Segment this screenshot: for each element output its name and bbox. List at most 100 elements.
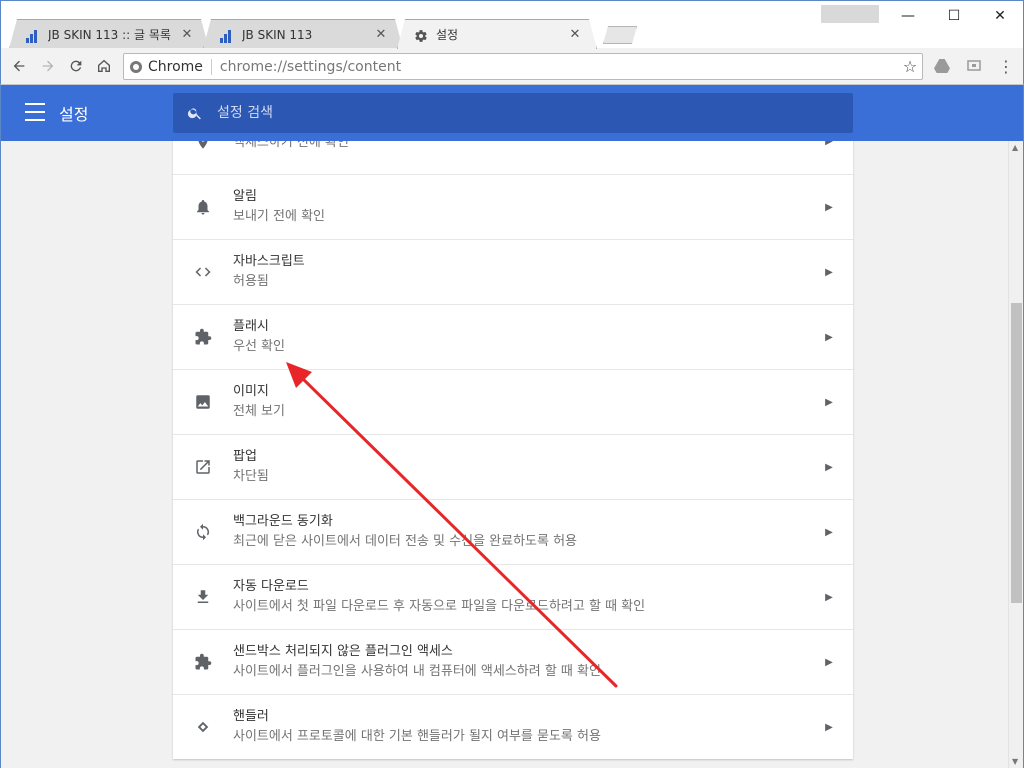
chevron-right-icon: ▶ — [825, 461, 833, 473]
tab-settings[interactable]: 설정 ✕ — [397, 19, 597, 49]
list-item-images[interactable]: 이미지전체 보기 ▶ — [173, 369, 853, 434]
chevron-right-icon: ▶ — [825, 201, 833, 213]
row-subtitle: 차단됨 — [233, 469, 269, 484]
puzzle-icon — [173, 653, 233, 671]
row-subtitle: 사이트에서 첫 파일 다운로드 후 자동으로 파일을 다운로드하려고 할 때 확… — [233, 599, 646, 614]
row-subtitle: 우선 확인 — [233, 339, 285, 354]
home-button[interactable] — [92, 54, 116, 78]
bell-icon — [173, 198, 233, 216]
chevron-right-icon: ▶ — [825, 656, 833, 668]
list-item-popups[interactable]: 팝업차단됨 ▶ — [173, 434, 853, 499]
close-window-button[interactable]: ✕ — [977, 1, 1023, 31]
row-title: 핸들러 — [233, 709, 269, 724]
row-subtitle: 액세스하기 전에 확인 — [233, 141, 349, 150]
address-bar[interactable]: Chrome chrome://settings/content ☆ — [123, 53, 923, 80]
row-subtitle: 사이트에서 프로토콜에 대한 기본 핸들러가 될지 여부를 묻도록 허용 — [233, 729, 601, 744]
row-title: 플래시 — [233, 319, 269, 334]
browser-toolbar: Chrome chrome://settings/content ☆ ⋮ — [0, 48, 1024, 85]
settings-content: 액세스하기 전에 확인 ▶ 알림 보내기 전에 확인 ▶ 자바스크립트 허용됨 ▶ … — [0, 141, 1008, 768]
list-item-notifications[interactable]: 알림보내기 전에 확인 ▶ — [173, 174, 853, 239]
list-item-background-sync[interactable]: 백그라운드 동기화최근에 닫은 사이트에서 데이터 전송 및 수신을 완료하도록… — [173, 499, 853, 564]
forward-arrow-icon — [42, 60, 54, 72]
chevron-right-icon: ▶ — [825, 591, 833, 603]
bar-chart-favicon-icon — [220, 27, 236, 43]
gear-icon — [414, 27, 430, 43]
chevron-right-icon: ▶ — [825, 721, 833, 733]
list-item-unsandboxed-plugins[interactable]: 샌드박스 처리되지 않은 플러그인 액세스사이트에서 플러그인을 사용하여 내 … — [173, 629, 853, 694]
profile-chip[interactable] — [821, 5, 879, 23]
row-subtitle: 보내기 전에 확인 — [233, 209, 325, 224]
tab-strip: JB SKIN 113 :: 글 목록 ✕ JB SKIN 113 ✕ 설정 ✕ — [9, 19, 649, 49]
search-input[interactable] — [217, 105, 817, 121]
location-pin-icon — [173, 141, 233, 150]
tab-label: JB SKIN 113 — [242, 27, 313, 42]
forward-button[interactable] — [36, 54, 60, 78]
divider — [210, 58, 212, 75]
title-bar: JB SKIN 113 :: 글 목록 ✕ JB SKIN 113 ✕ 설정 ✕… — [0, 0, 1024, 48]
row-title: 이미지 — [233, 384, 269, 399]
open-in-new-icon — [173, 458, 233, 476]
list-item-javascript[interactable]: 자바스크립트허용됨 ▶ — [173, 239, 853, 304]
close-icon[interactable]: ✕ — [568, 28, 582, 42]
settings-header: 설정 — [0, 85, 1024, 141]
row-title: 샌드박스 처리되지 않은 플러그인 액세스 — [233, 644, 453, 659]
chrome-logo-icon — [130, 60, 142, 73]
row-title: 백그라운드 동기화 — [233, 514, 333, 529]
list-item-location[interactable]: 액세스하기 전에 확인 ▶ — [173, 141, 853, 174]
home-icon — [98, 59, 110, 72]
row-subtitle: 전체 보기 — [233, 404, 285, 419]
list-item-handlers[interactable]: 핸들러 사이트에서 프로토콜에 대한 기본 핸들러가 될지 여부를 묻도록 허용 … — [173, 694, 853, 759]
row-title: 알림 — [233, 189, 257, 204]
vertical-scrollbar[interactable]: ▲ ▼ — [1008, 141, 1024, 768]
row-subtitle: 사이트에서 플러그인을 사용하여 내 컴퓨터에 액세스하려 할 때 확인 — [233, 664, 601, 679]
site-label: Chrome — [148, 58, 203, 75]
scroll-up-icon[interactable]: ▲ — [1012, 143, 1018, 152]
back-arrow-icon — [13, 60, 25, 72]
page-title: 설정 — [59, 105, 89, 124]
puzzle-icon — [173, 328, 233, 346]
scroll-down-icon[interactable]: ▼ — [1012, 757, 1018, 766]
site-security-chip[interactable]: Chrome — [124, 59, 203, 75]
sync-icon — [173, 523, 233, 541]
url-text[interactable]: chrome://settings/content — [220, 59, 898, 75]
cast-extension-icon[interactable] — [964, 56, 984, 76]
image-icon — [173, 393, 233, 411]
list-item-flash[interactable]: 플래시우선 확인 ▶ — [173, 304, 853, 369]
row-subtitle: 최근에 닫은 사이트에서 데이터 전송 및 수신을 완료하도록 허용 — [233, 534, 578, 549]
drive-extension-icon[interactable] — [932, 56, 952, 76]
list-item-automatic-downloads[interactable]: 자동 다운로드사이트에서 첫 파일 다운로드 후 자동으로 파일을 다운로드하려… — [173, 564, 853, 629]
settings-search[interactable] — [173, 93, 853, 133]
row-subtitle: 허용됨 — [233, 274, 269, 289]
row-title: 자동 다운로드 — [233, 579, 309, 594]
minimize-button[interactable]: — — [885, 1, 931, 31]
window-controls: — ☐ ✕ — [885, 1, 1023, 31]
row-title: 자바스크립트 — [233, 254, 305, 269]
scrollbar-thumb[interactable] — [1011, 303, 1022, 603]
tab-label: JB SKIN 113 :: 글 목록 — [48, 28, 171, 42]
tab-label: 설정 — [436, 28, 459, 42]
content-settings-card: 액세스하기 전에 확인 ▶ 알림 보내기 전에 확인 ▶ 자바스크립트 허용됨 ▶ … — [173, 141, 853, 759]
row-title: 팝업 — [233, 449, 257, 464]
tab-jb-skin-list[interactable]: JB SKIN 113 :: 글 목록 ✕ — [9, 19, 209, 49]
search-icon — [173, 105, 217, 121]
bar-chart-favicon-icon — [26, 27, 42, 43]
menu-kebab-icon[interactable]: ⋮ — [996, 56, 1016, 76]
reload-button[interactable] — [64, 54, 88, 78]
handler-diamond-icon — [173, 718, 233, 736]
download-icon — [173, 588, 233, 606]
close-icon[interactable]: ✕ — [374, 28, 388, 42]
reload-icon — [70, 60, 82, 72]
chevron-right-icon: ▶ — [825, 331, 833, 343]
new-tab-button[interactable] — [603, 26, 637, 44]
code-icon — [173, 263, 233, 281]
chevron-right-icon: ▶ — [825, 266, 833, 278]
bookmark-star-icon[interactable]: ☆ — [898, 57, 922, 76]
tab-jb-skin[interactable]: JB SKIN 113 ✕ — [203, 19, 403, 49]
chevron-right-icon: ▶ — [825, 526, 833, 538]
hamburger-menu-icon[interactable] — [25, 103, 45, 121]
close-icon[interactable]: ✕ — [180, 28, 194, 42]
maximize-button[interactable]: ☐ — [931, 1, 977, 31]
chevron-right-icon: ▶ — [825, 396, 833, 408]
back-button[interactable] — [7, 54, 31, 78]
chevron-right-icon: ▶ — [825, 141, 833, 147]
